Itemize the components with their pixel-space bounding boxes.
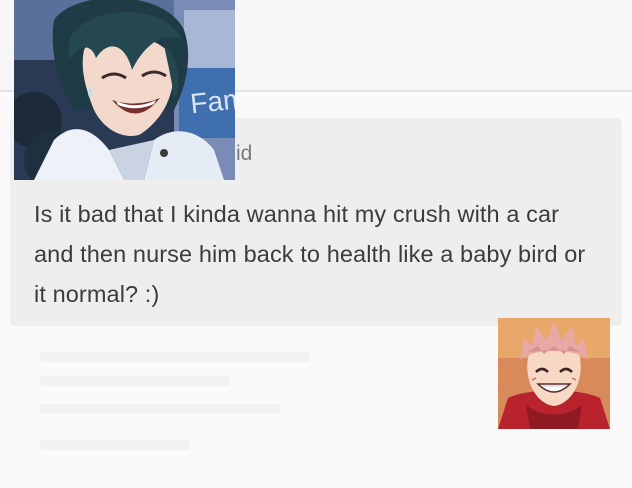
question-text: Is it bad that I kinda wanna hit my crus… — [34, 201, 586, 307]
asker-name-fragment: id — [236, 142, 253, 165]
character-photo-pink-haired — [498, 318, 610, 429]
sign-text: Fam — [189, 83, 235, 120]
character-photo-dark-haired: Fam — [14, 0, 235, 180]
